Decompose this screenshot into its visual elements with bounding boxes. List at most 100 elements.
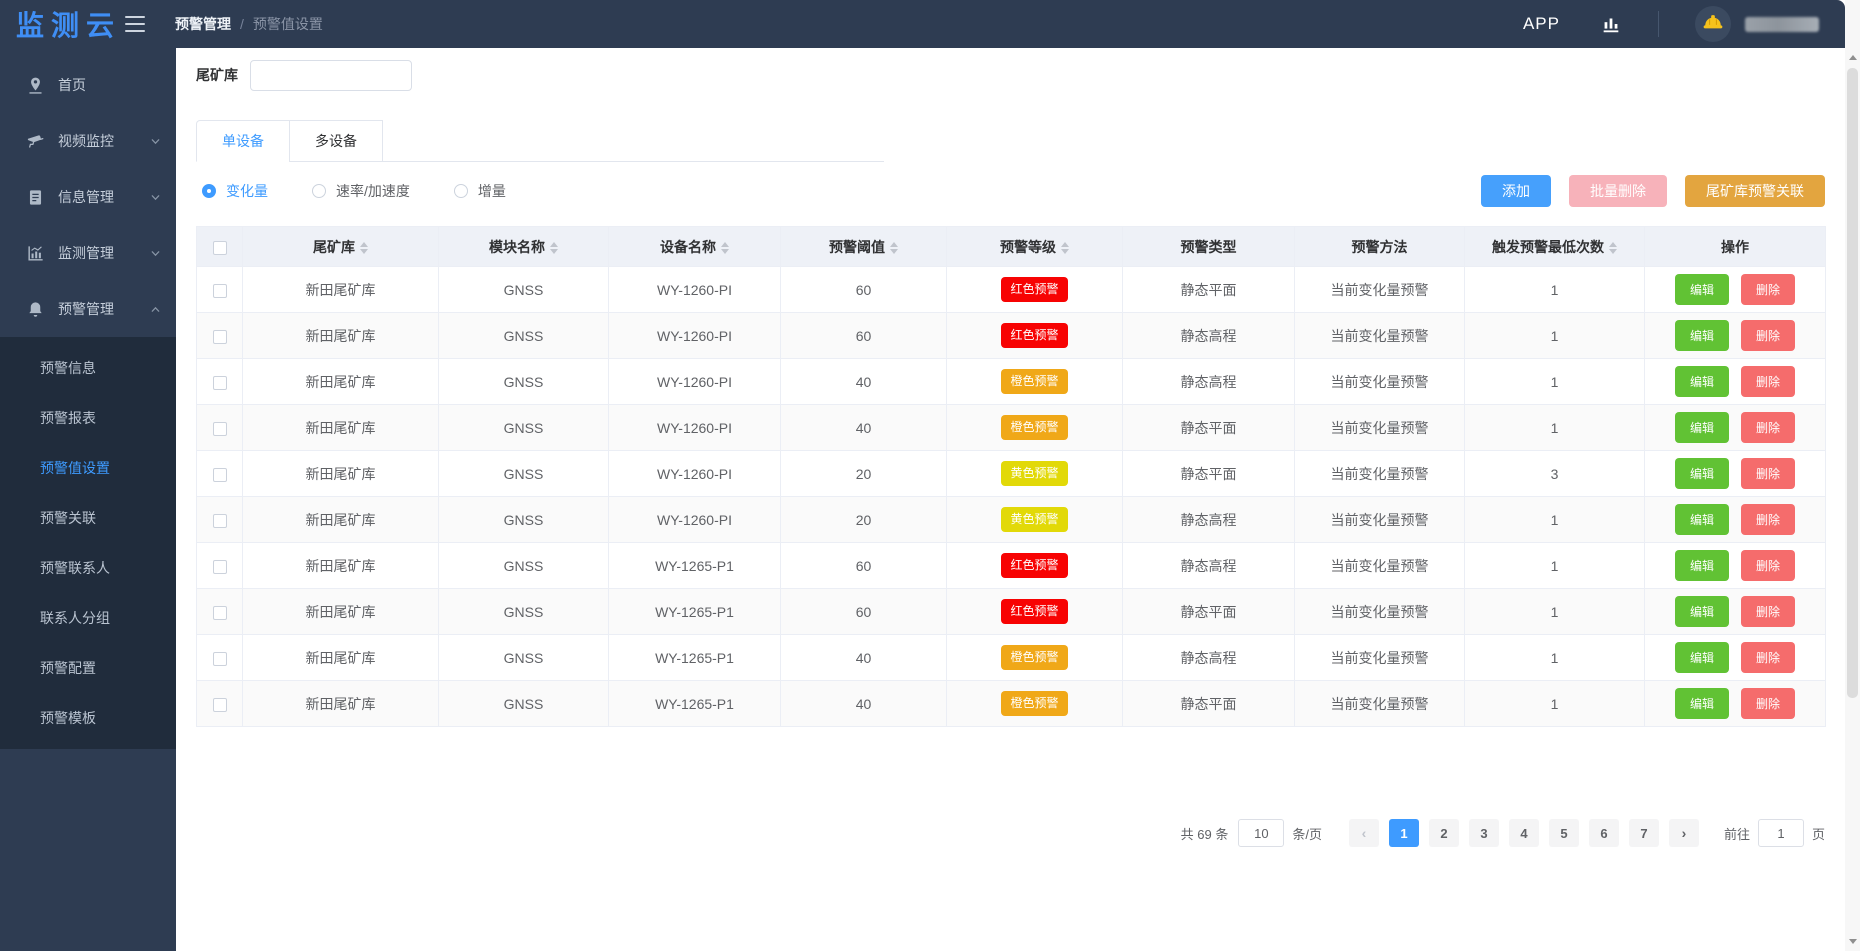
tab-multi-device[interactable]: 多设备 — [289, 120, 383, 162]
app-link[interactable]: APP — [1523, 14, 1560, 34]
cell-min-count: 1 — [1465, 497, 1645, 543]
cell-ops: 编辑删除 — [1645, 267, 1826, 313]
edit-button[interactable]: 编辑 — [1675, 688, 1729, 719]
avatar[interactable] — [1695, 6, 1731, 42]
page-button-1[interactable]: 1 — [1389, 819, 1419, 847]
sidebar-subitem[interactable]: 预警值设置 — [0, 443, 176, 493]
row-checkbox[interactable] — [213, 560, 227, 574]
page-button-5[interactable]: 5 — [1549, 819, 1579, 847]
page-button-4[interactable]: 4 — [1509, 819, 1539, 847]
edit-button[interactable]: 编辑 — [1675, 642, 1729, 673]
col-header-device[interactable]: 设备名称 — [609, 227, 781, 267]
row-checkbox[interactable] — [213, 422, 227, 436]
tab-single-device[interactable]: 单设备 — [196, 120, 290, 162]
col-header-min-count[interactable]: 触发预警最低次数 — [1465, 227, 1645, 267]
edit-button[interactable]: 编辑 — [1675, 596, 1729, 627]
cell-tailings: 新田尾矿库 — [243, 451, 439, 497]
add-button[interactable]: 添加 — [1481, 175, 1551, 207]
col-header-threshold[interactable]: 预警阈值 — [781, 227, 947, 267]
sidebar-subitem[interactable]: 预警关联 — [0, 493, 176, 543]
delete-button[interactable]: 删除 — [1741, 596, 1795, 627]
radio-速率/加速度[interactable]: 速率/加速度 — [312, 181, 410, 201]
delete-button[interactable]: 删除 — [1741, 504, 1795, 535]
sidebar-item-info[interactable]: 信息管理 — [0, 169, 176, 225]
vertical-scrollbar[interactable] — [1845, 0, 1860, 951]
edit-button[interactable]: 编辑 — [1675, 504, 1729, 535]
row-checkbox[interactable] — [213, 652, 227, 666]
sort-caret-icon[interactable] — [550, 242, 558, 254]
delete-button[interactable]: 删除 — [1741, 412, 1795, 443]
sidebar-item-monitor[interactable]: 监测管理 — [0, 225, 176, 281]
edit-button[interactable]: 编辑 — [1675, 274, 1729, 305]
page-size-input[interactable] — [1238, 819, 1284, 847]
row-checkbox[interactable] — [213, 468, 227, 482]
prev-page-button[interactable]: ‹ — [1349, 819, 1379, 847]
sort-caret-icon[interactable] — [360, 242, 368, 254]
delete-button[interactable]: 删除 — [1741, 366, 1795, 397]
table-row: 新田尾矿库GNSSWY-1260-PI40橙色预警静态平面当前变化量预警1编辑删… — [197, 405, 1826, 451]
sidebar-subitem[interactable]: 预警报表 — [0, 393, 176, 443]
cell-min-count: 1 — [1465, 635, 1645, 681]
document-icon — [26, 188, 45, 207]
row-checkbox-cell — [197, 681, 243, 727]
goto-page-input[interactable] — [1758, 819, 1804, 847]
sort-caret-icon[interactable] — [890, 242, 898, 254]
sidebar-item-home[interactable]: 首页 — [0, 57, 176, 113]
edit-button[interactable]: 编辑 — [1675, 412, 1729, 443]
delete-button[interactable]: 删除 — [1741, 550, 1795, 581]
delete-button[interactable]: 删除 — [1741, 320, 1795, 351]
row-checkbox[interactable] — [213, 330, 227, 344]
page-button-7[interactable]: 7 — [1629, 819, 1659, 847]
sidebar-item-alert[interactable]: 预警管理 — [0, 281, 176, 337]
page-button-6[interactable]: 6 — [1589, 819, 1619, 847]
next-page-button[interactable]: › — [1669, 819, 1699, 847]
sidebar-subitem[interactable]: 预警信息 — [0, 343, 176, 393]
row-checkbox[interactable] — [213, 606, 227, 620]
sidebar-subitem[interactable]: 联系人分组 — [0, 593, 176, 643]
page-button-2[interactable]: 2 — [1429, 819, 1459, 847]
bar-chart-icon[interactable] — [1600, 13, 1622, 35]
row-checkbox[interactable] — [213, 698, 227, 712]
hard-hat-icon — [1702, 11, 1724, 38]
breadcrumb-parent[interactable]: 预警管理 — [175, 14, 231, 34]
delete-button[interactable]: 删除 — [1741, 688, 1795, 719]
scroll-up-icon[interactable] — [1845, 50, 1860, 64]
col-header-level[interactable]: 预警等级 — [947, 227, 1123, 267]
cell-level: 黄色预警 — [947, 451, 1123, 497]
radio-变化量[interactable]: 变化量 — [202, 181, 268, 201]
scrollbar-thumb[interactable] — [1847, 68, 1858, 698]
row-checkbox[interactable] — [213, 284, 227, 298]
sidebar-item-label: 监测管理 — [58, 243, 150, 263]
sidebar-subitem[interactable]: 预警联系人 — [0, 543, 176, 593]
edit-button[interactable]: 编辑 — [1675, 366, 1729, 397]
scroll-down-icon[interactable] — [1845, 934, 1860, 948]
radio-增量[interactable]: 增量 — [454, 181, 506, 201]
cell-min-count: 1 — [1465, 267, 1645, 313]
edit-button[interactable]: 编辑 — [1675, 550, 1729, 581]
tailings-alert-assoc-button[interactable]: 尾矿库预警关联 — [1685, 175, 1825, 207]
delete-button[interactable]: 删除 — [1741, 458, 1795, 489]
page-button-3[interactable]: 3 — [1469, 819, 1499, 847]
sort-caret-icon[interactable] — [1061, 242, 1069, 254]
batch-delete-button[interactable]: 批量删除 — [1569, 175, 1667, 207]
edit-button[interactable]: 编辑 — [1675, 458, 1729, 489]
sidebar-item-video[interactable]: 视频监控 — [0, 113, 176, 169]
username-redacted[interactable] — [1745, 17, 1819, 32]
edit-button[interactable]: 编辑 — [1675, 320, 1729, 351]
sort-caret-icon[interactable] — [721, 242, 729, 254]
sort-caret-icon[interactable] — [1609, 242, 1617, 254]
cell-threshold: 60 — [781, 589, 947, 635]
delete-button[interactable]: 删除 — [1741, 274, 1795, 305]
col-header-module[interactable]: 模块名称 — [439, 227, 609, 267]
select-all-checkbox[interactable] — [213, 241, 227, 255]
sidebar-subitem[interactable]: 预警模板 — [0, 693, 176, 743]
row-checkbox[interactable] — [213, 376, 227, 390]
col-header-label: 触发预警最低次数 — [1492, 239, 1604, 255]
sidebar-subitem[interactable]: 预警配置 — [0, 643, 176, 693]
cell-level: 橙色预警 — [947, 635, 1123, 681]
col-header-tailings[interactable]: 尾矿库 — [243, 227, 439, 267]
tailings-input[interactable] — [250, 60, 412, 91]
delete-button[interactable]: 删除 — [1741, 642, 1795, 673]
row-checkbox[interactable] — [213, 514, 227, 528]
menu-toggle-icon[interactable] — [125, 16, 145, 32]
